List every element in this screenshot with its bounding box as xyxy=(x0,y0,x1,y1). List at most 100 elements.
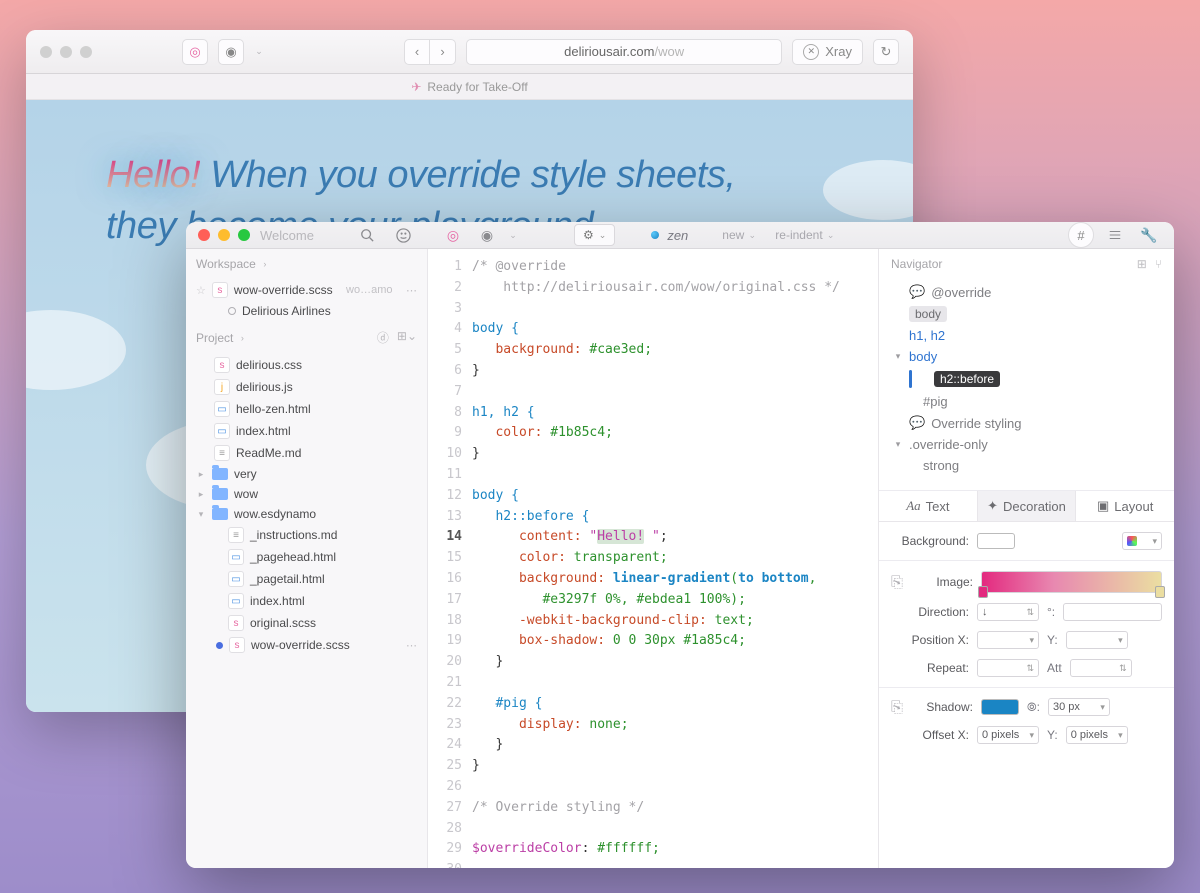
project-header[interactable]: Project › ⓓ ⊞⌄ xyxy=(186,321,427,354)
sidebar-item[interactable]: jdelirious.js xyxy=(186,376,427,398)
code-content[interactable]: /* @override http://deliriousair.com/wow… xyxy=(472,249,840,868)
editor-zoom-light[interactable] xyxy=(238,229,250,241)
sidebar-item-active[interactable]: s wow-override.scss ⋯ xyxy=(186,634,427,656)
gradient-stop-right[interactable] xyxy=(1155,586,1165,598)
layout-icon: ▣ xyxy=(1097,498,1109,514)
browser-traffic-lights[interactable] xyxy=(40,46,92,58)
nav-pig[interactable]: #pig xyxy=(889,391,1164,412)
html-file-icon: ▭ xyxy=(214,423,230,439)
nav-h1h2[interactable]: h1, h2 xyxy=(889,325,1164,346)
workspace-site[interactable]: Delirious Airlines xyxy=(186,301,427,321)
sidebar-item[interactable]: ≡_instructions.md xyxy=(186,524,427,546)
nav-override-comment[interactable]: 💬@override xyxy=(889,281,1164,303)
sidebar-item[interactable]: ▭_pagetail.html xyxy=(186,568,427,590)
sidebar-folder-wow[interactable]: ▸wow xyxy=(186,484,427,504)
navigator-header: Navigator ⊞ ⑂ xyxy=(879,249,1174,279)
nav-body-2[interactable]: ▾body xyxy=(889,346,1164,367)
target-icon[interactable]: ◉ xyxy=(218,39,244,65)
detail-icon[interactable]: ⎘ xyxy=(891,699,903,716)
chevron-down-icon[interactable]: ⌄ xyxy=(508,230,518,241)
sidebar-item[interactable]: ≡ReadMe.md xyxy=(186,442,427,464)
sidebar-item[interactable]: soriginal.scss xyxy=(186,612,427,634)
sidebar-folder-dynamo[interactable]: ▾wow.esdynamo xyxy=(186,504,427,524)
posy-select[interactable]: ▾ xyxy=(1066,631,1128,649)
sidebar-item[interactable]: sdelirious.css xyxy=(186,354,427,376)
compass-icon[interactable]: ◎ xyxy=(440,224,466,246)
tab-decoration[interactable]: ✦Decoration xyxy=(978,491,1077,521)
project-icon-b[interactable]: ⊞⌄ xyxy=(397,329,417,346)
wrench-icon[interactable]: 🔧 xyxy=(1136,224,1162,246)
code-editor[interactable]: 1234567891011121314151617181920212223242… xyxy=(428,249,878,868)
filter-nav-icon[interactable]: ⑂ xyxy=(1155,257,1162,271)
new-dropdown[interactable]: new⌄ xyxy=(722,228,757,242)
chevron-down-icon[interactable]: ⌄ xyxy=(254,46,264,57)
direction-select[interactable]: ↓⇅ xyxy=(977,603,1039,621)
repeat-select[interactable]: ⇅ xyxy=(977,659,1039,677)
tab-layout[interactable]: ▣Layout xyxy=(1076,491,1174,521)
line-numbers: 1234567891011121314151617181920212223242… xyxy=(428,249,472,868)
background-swatch[interactable] xyxy=(977,533,1015,549)
chevron-right-icon: › xyxy=(237,333,247,343)
blur-input[interactable]: 30 px▾ xyxy=(1048,698,1110,716)
editor-body: Workspace › ☆ s wow-override.scss wo…amo… xyxy=(186,249,1174,868)
browser-zoom-light[interactable] xyxy=(80,46,92,58)
xray-button[interactable]: ✕ Xray xyxy=(792,39,863,65)
more-icon[interactable]: ⋯ xyxy=(406,284,417,297)
chevron-down-icon: ▾ xyxy=(196,509,206,520)
workspace-header[interactable]: Workspace › xyxy=(186,249,427,279)
sidebar-folder-very[interactable]: ▸very xyxy=(186,464,427,484)
reindent-dropdown[interactable]: re-indent⌄ xyxy=(775,228,835,242)
nav-override-only[interactable]: ▾.override-only xyxy=(889,434,1164,455)
forward-button[interactable]: › xyxy=(430,39,456,65)
att-select[interactable]: ⇅ xyxy=(1070,659,1132,677)
gradient-bar[interactable] xyxy=(981,571,1162,593)
compass-icon[interactable]: ◎ xyxy=(182,39,208,65)
sidebar-item[interactable]: ▭hello-zen.html xyxy=(186,398,427,420)
hash-button[interactable]: # xyxy=(1068,222,1094,248)
nav-override-styling[interactable]: 💬Override styling xyxy=(889,412,1164,434)
window-title: Welcome xyxy=(260,228,344,243)
detail-icon[interactable]: ⎘ xyxy=(891,574,903,591)
right-panel: Navigator ⊞ ⑂ 💬@override body h1, h2 ▾bo… xyxy=(878,249,1174,868)
add-nav-icon[interactable]: ⊞ xyxy=(1137,257,1147,271)
sidebar-item[interactable]: ▭_pagehead.html xyxy=(186,546,427,568)
browser-close-light[interactable] xyxy=(40,46,52,58)
degree-input[interactable] xyxy=(1063,603,1162,621)
editor-minimize-light[interactable] xyxy=(218,229,230,241)
editor-traffic-lights[interactable] xyxy=(198,229,250,241)
bg-options[interactable]: ▾ xyxy=(1122,532,1162,550)
nav-strong[interactable]: strong xyxy=(889,455,1164,476)
md-file-icon: ≡ xyxy=(214,445,230,461)
nav-buttons: ‹ › xyxy=(404,39,456,65)
sidebar-item[interactable]: ▭index.html xyxy=(186,420,427,442)
inspector: AaText ✦Decoration ▣Layout Background: ▾… xyxy=(879,490,1174,868)
search-icon[interactable] xyxy=(354,224,380,246)
nav-body-1[interactable]: body xyxy=(889,303,1164,325)
offsetx-input[interactable]: 0 pixels▾ xyxy=(977,726,1039,744)
posx-select[interactable]: ▾ xyxy=(977,631,1039,649)
sidebar-item[interactable]: ▭index.html xyxy=(186,590,427,612)
shadow-swatch[interactable] xyxy=(981,699,1019,715)
gear-dropdown[interactable]: ⚙ ⌄ xyxy=(574,224,615,246)
nav-h2before[interactable]: h2::before xyxy=(889,367,1164,391)
smile-icon[interactable] xyxy=(390,224,416,246)
scss-file-icon: s xyxy=(212,282,228,298)
gradient-stop-left[interactable] xyxy=(978,586,988,598)
editor-close-light[interactable] xyxy=(198,229,210,241)
target-icon[interactable]: ◉ xyxy=(474,224,500,246)
workspace-file[interactable]: ☆ s wow-override.scss wo…amo ⋯ xyxy=(186,279,427,301)
project-icon-a[interactable]: ⓓ xyxy=(377,329,389,346)
browser-minimize-light[interactable] xyxy=(60,46,72,58)
more-icon[interactable]: ⋯ xyxy=(406,639,417,652)
reload-button[interactable]: ↻ xyxy=(873,39,899,65)
zen-label: zen xyxy=(667,228,688,243)
settings-lines-icon[interactable] xyxy=(1102,224,1128,246)
offsety-input[interactable]: 0 pixels▾ xyxy=(1066,726,1128,744)
address-bar[interactable]: deliriousair.com/wow xyxy=(466,39,782,65)
tab-text[interactable]: AaText xyxy=(879,491,978,521)
chevron-down-icon: ▾ xyxy=(893,351,903,362)
bullet-icon xyxy=(228,307,236,315)
inspector-body: Background: ▾ ⎘ Image: xyxy=(879,522,1174,764)
browser-tabbar: ✈ Ready for Take-Off xyxy=(26,74,913,100)
back-button[interactable]: ‹ xyxy=(404,39,430,65)
